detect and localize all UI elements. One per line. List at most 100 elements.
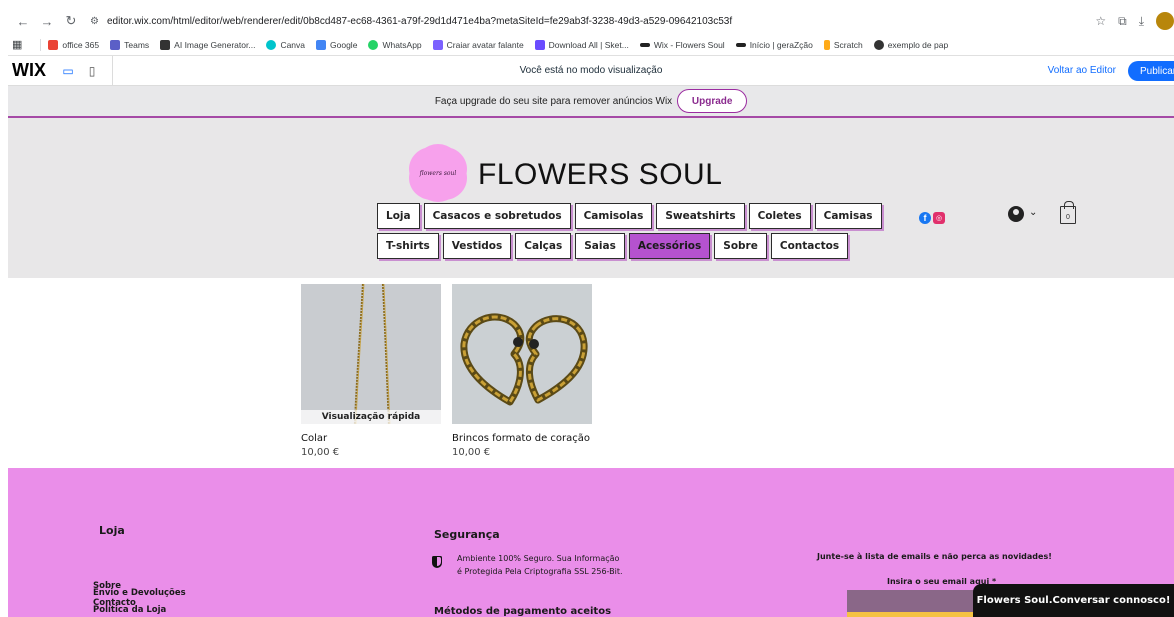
- site-logo[interactable]: flowers soul: [414, 150, 462, 196]
- wix-preview-bar: WIX ▭ ▯ Você está no modo visualização V…: [8, 55, 1174, 86]
- bookmarks-divider: [40, 38, 42, 51]
- reload-icon[interactable]: ↻: [62, 12, 80, 30]
- url-field[interactable]: ⚙ editor.wix.com/html/editor/web/rendere…: [90, 11, 1090, 31]
- menu-item-sobre[interactable]: Sobre: [714, 233, 767, 259]
- upgrade-button[interactable]: Upgrade: [677, 89, 748, 113]
- publish-button[interactable]: Publicar: [1128, 61, 1174, 81]
- product-card[interactable]: Visualização rápida Colar 10,00 €: [301, 284, 441, 458]
- bookmark-item[interactable]: WhatsApp: [368, 39, 422, 50]
- footer-security-heading: Segurança: [434, 528, 500, 541]
- extensions-icon[interactable]: ⧉: [1118, 14, 1127, 29]
- address-bar-row: ← → ↻ ⚙ editor.wix.com/html/editor/web/r…: [8, 8, 1174, 34]
- menu-item-vestidos[interactable]: Vestidos: [442, 233, 512, 259]
- bookmark-icon: [639, 42, 650, 47]
- bookmark-icon: [266, 39, 277, 50]
- url-text: editor.wix.com/html/editor/web/renderer/…: [106, 15, 733, 27]
- user-account-icon[interactable]: [1008, 206, 1024, 222]
- bookmark-item[interactable]: Scratch: [823, 39, 863, 50]
- forward-arrow-icon[interactable]: →: [38, 12, 56, 30]
- footer-payment-heading: Métodos de pagamento aceitos: [434, 606, 612, 617]
- bookmark-item[interactable]: Início | geraZção: [735, 40, 813, 50]
- email-input-underline: [847, 612, 982, 617]
- instagram-icon[interactable]: ◎: [933, 212, 945, 224]
- bookmark-item[interactable]: Teams: [110, 39, 149, 50]
- main-menu-row-2: T-shirts Vestidos Calças Saias Acessório…: [377, 233, 849, 259]
- bookmark-item[interactable]: Wix - Flowers Soul: [639, 40, 725, 50]
- logo-text: flowers soul: [419, 169, 457, 177]
- star-icon[interactable]: ☆: [1095, 14, 1106, 28]
- apps-grid-icon[interactable]: ▦: [12, 38, 22, 51]
- bookmark-icon: [735, 42, 746, 47]
- chevron-down-icon[interactable]: ⌄: [1029, 207, 1037, 218]
- product-name[interactable]: Colar: [301, 433, 441, 444]
- bookmarks-bar: ▦ office 365 Teams AI Image Generator...…: [8, 34, 1174, 56]
- bookmark-icon: [534, 39, 545, 50]
- desktop-view-icon[interactable]: ▭: [60, 64, 76, 78]
- menu-item-camisas[interactable]: Camisas: [814, 203, 882, 229]
- browser-window: ← → ↻ ⚙ editor.wix.com/html/editor/web/r…: [8, 8, 1174, 617]
- cart-count: 0: [1066, 214, 1070, 221]
- shopping-bag-icon[interactable]: 0: [1060, 201, 1076, 224]
- chat-widget-button[interactable]: Flowers Soul.Conversar connosco!: [973, 584, 1174, 617]
- bookmark-item[interactable]: Download All | Sket...: [534, 39, 629, 50]
- preview-mode-text: Você está no modo visualização: [519, 65, 663, 76]
- back-to-editor-link[interactable]: Voltar ao Editor: [1048, 65, 1116, 76]
- product-gallery: Visualização rápida Colar 10,00 € Brinco…: [8, 278, 1174, 468]
- product-price: 10,00 €: [301, 447, 340, 458]
- product-name[interactable]: Brincos formato de coração: [452, 433, 592, 444]
- shield-icon: [432, 556, 442, 568]
- bookmark-icon: [873, 39, 884, 50]
- social-links: f ◎: [919, 212, 945, 224]
- product-price: 10,00 €: [452, 447, 491, 458]
- site-info-icon[interactable]: ⚙: [90, 16, 99, 27]
- menu-item-coletes[interactable]: Coletes: [748, 203, 811, 229]
- menu-item-acessorios[interactable]: Acessórios: [628, 233, 711, 259]
- bookmark-icon: [823, 39, 830, 50]
- security-text-line-2: é Protegida Pela Criptografia SSL 256-Bi…: [457, 567, 623, 576]
- footer-shop-heading: Loja: [99, 524, 125, 537]
- menu-item-camisolas[interactable]: Camisolas: [574, 203, 653, 229]
- menu-item-loja[interactable]: Loja: [377, 203, 420, 229]
- download-icon[interactable]: ⤓: [1139, 14, 1144, 29]
- menu-item-saias[interactable]: Saias: [575, 233, 625, 259]
- security-text-line-1: Ambiente 100% Seguro. Sua Informação: [457, 554, 620, 563]
- bookmark-icon: [48, 39, 59, 50]
- bookmark-item[interactable]: Google: [316, 39, 357, 50]
- bookmark-icon: [432, 39, 443, 50]
- site-header: flowers soul FLOWERS SOUL Loja Casacos e…: [8, 118, 1174, 278]
- bookmark-item[interactable]: exemplo de pap: [873, 39, 948, 50]
- browser-actions: ☆ ⧉ ⤓: [1095, 12, 1174, 30]
- facebook-icon[interactable]: f: [919, 212, 931, 224]
- upgrade-text: Faça upgrade do seu site para remover an…: [434, 95, 673, 107]
- bookmark-item[interactable]: Canva: [266, 39, 305, 50]
- product-image[interactable]: [452, 284, 592, 424]
- menu-item-calcas[interactable]: Calças: [515, 233, 572, 259]
- bookmark-icon: [160, 39, 171, 50]
- wix-bar-divider: [112, 55, 113, 86]
- bookmark-icon: [368, 39, 379, 50]
- mobile-view-icon[interactable]: ▯: [84, 64, 100, 78]
- main-menu-row-1: Loja Casacos e sobretudos Camisolas Swea…: [377, 203, 882, 229]
- bookmark-item[interactable]: Craiar avatar falante: [432, 39, 524, 50]
- menu-item-tshirts[interactable]: T-shirts: [377, 233, 439, 259]
- necklace-image: [301, 284, 441, 424]
- product-card[interactable]: Brincos formato de coração 10,00 €: [452, 284, 592, 458]
- wix-logo: WIX: [12, 60, 46, 80]
- email-input[interactable]: [847, 590, 982, 612]
- footer-link-politica[interactable]: Política da Loja: [93, 605, 166, 615]
- menu-item-contactos[interactable]: Contactos: [770, 233, 849, 259]
- back-arrow-icon[interactable]: ←: [14, 12, 32, 30]
- profile-avatar[interactable]: [1156, 12, 1174, 30]
- bookmark-item[interactable]: office 365: [48, 39, 99, 50]
- newsletter-text: Junte-se à lista de emails e não perca a…: [817, 552, 1052, 561]
- menu-item-casacos[interactable]: Casacos e sobretudos: [423, 203, 571, 229]
- upgrade-banner: Faça upgrade do seu site para remover an…: [8, 86, 1174, 118]
- bookmark-item[interactable]: AI Image Generator...: [160, 39, 255, 50]
- footer-link-envio[interactable]: Envio e Devoluções: [93, 588, 186, 598]
- quick-view-button[interactable]: Visualização rápida: [301, 410, 441, 424]
- bookmark-icon: [316, 39, 327, 50]
- menu-item-sweatshirts[interactable]: Sweatshirts: [656, 203, 745, 229]
- site-title[interactable]: FLOWERS SOUL: [478, 158, 722, 192]
- bookmark-icon: [110, 39, 121, 50]
- product-image[interactable]: Visualização rápida: [301, 284, 441, 424]
